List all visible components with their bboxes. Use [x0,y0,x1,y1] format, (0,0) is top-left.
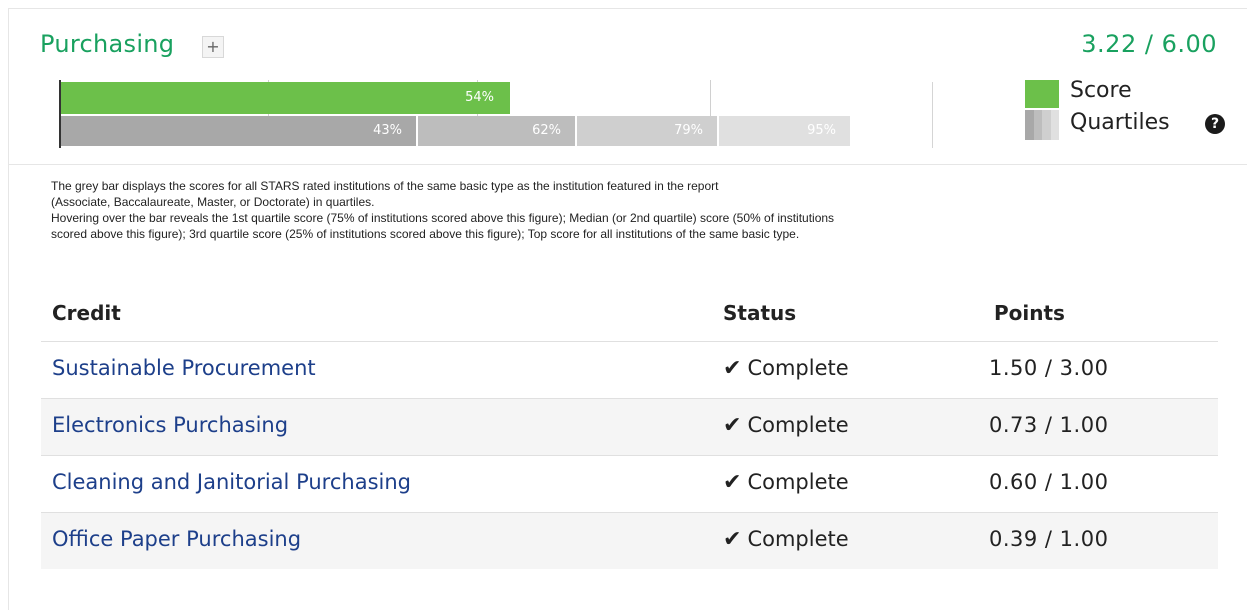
status-cell: ✔ Complete [723,413,849,438]
column-header-points: Points [994,301,1065,325]
status-label: Complete [747,470,849,494]
table-row: Office Paper Purchasing ✔ Complete 0.39 /… [41,512,1218,569]
chart-axis-line [59,80,61,148]
table-header: Credit Status Points [41,291,1218,341]
status-cell: ✔ Complete [723,527,849,552]
quartile-segment-4[interactable]: 95% [719,116,852,146]
status-label: Complete [747,413,849,437]
credit-link[interactable]: Electronics Purchasing [52,413,288,437]
quartile-segment-3[interactable]: 79% [577,116,719,146]
column-header-status: Status [723,301,797,325]
status-cell: ✔ Complete [723,356,849,381]
table-row: Sustainable Procurement ✔ Complete 1.50 /… [41,341,1218,398]
section-title: Purchasing [40,30,175,58]
points-cell: 1.50 / 3.00 [989,356,1109,380]
quartile-segment-1[interactable]: 43% [59,116,418,146]
points-cell: 0.60 / 1.00 [989,470,1109,494]
chart-divider [932,82,933,148]
description-line: The grey bar displays the scores for all… [51,179,719,193]
table-row: Cleaning and Janitorial Purchasing ✔ Comp… [41,455,1218,512]
legend-score-label: Score [1070,78,1132,103]
question-circle-icon[interactable]: ? [1205,114,1225,134]
chart-description: The grey bar displays the scores for all… [51,178,1151,242]
points-cell: 0.39 / 1.00 [989,527,1109,551]
score-bar[interactable]: 54% [59,82,510,114]
credit-link[interactable]: Cleaning and Janitorial Purchasing [52,470,411,494]
checkmark-icon: ✔ [723,470,742,495]
status-label: Complete [747,356,849,380]
credit-link[interactable]: Office Paper Purchasing [52,527,301,551]
description-line: (Associate, Baccalaureate, Master, or Do… [51,195,375,209]
checkmark-icon: ✔ [723,413,742,438]
score-quartile-chart[interactable]: 54% 43% 62% 79% 95% [59,80,894,148]
credits-table: Credit Status Points Sustainable Procure… [41,291,1218,569]
header-divider [9,164,1247,165]
section-score-total: 3.22 / 6.00 [1081,30,1217,58]
description-line: scored above this figure); 3rd quartile … [51,227,800,241]
checkmark-icon: ✔ [723,527,742,552]
points-cell: 0.73 / 1.00 [989,413,1109,437]
checkmark-icon: ✔ [723,356,742,381]
status-cell: ✔ Complete [723,470,849,495]
column-header-credit: Credit [52,301,121,325]
legend-score-swatch [1025,80,1059,108]
legend-quartiles-swatch [1025,110,1059,140]
legend-quartiles-label: Quartiles [1070,110,1170,135]
table-row: Electronics Purchasing ✔ Complete 0.73 / … [41,398,1218,455]
status-label: Complete [747,527,849,551]
quartile-segment-2[interactable]: 62% [418,116,577,146]
description-line: Hovering over the bar reveals the 1st qu… [51,211,835,225]
credit-link[interactable]: Sustainable Procurement [52,356,316,380]
expand-button[interactable]: + [202,36,224,58]
